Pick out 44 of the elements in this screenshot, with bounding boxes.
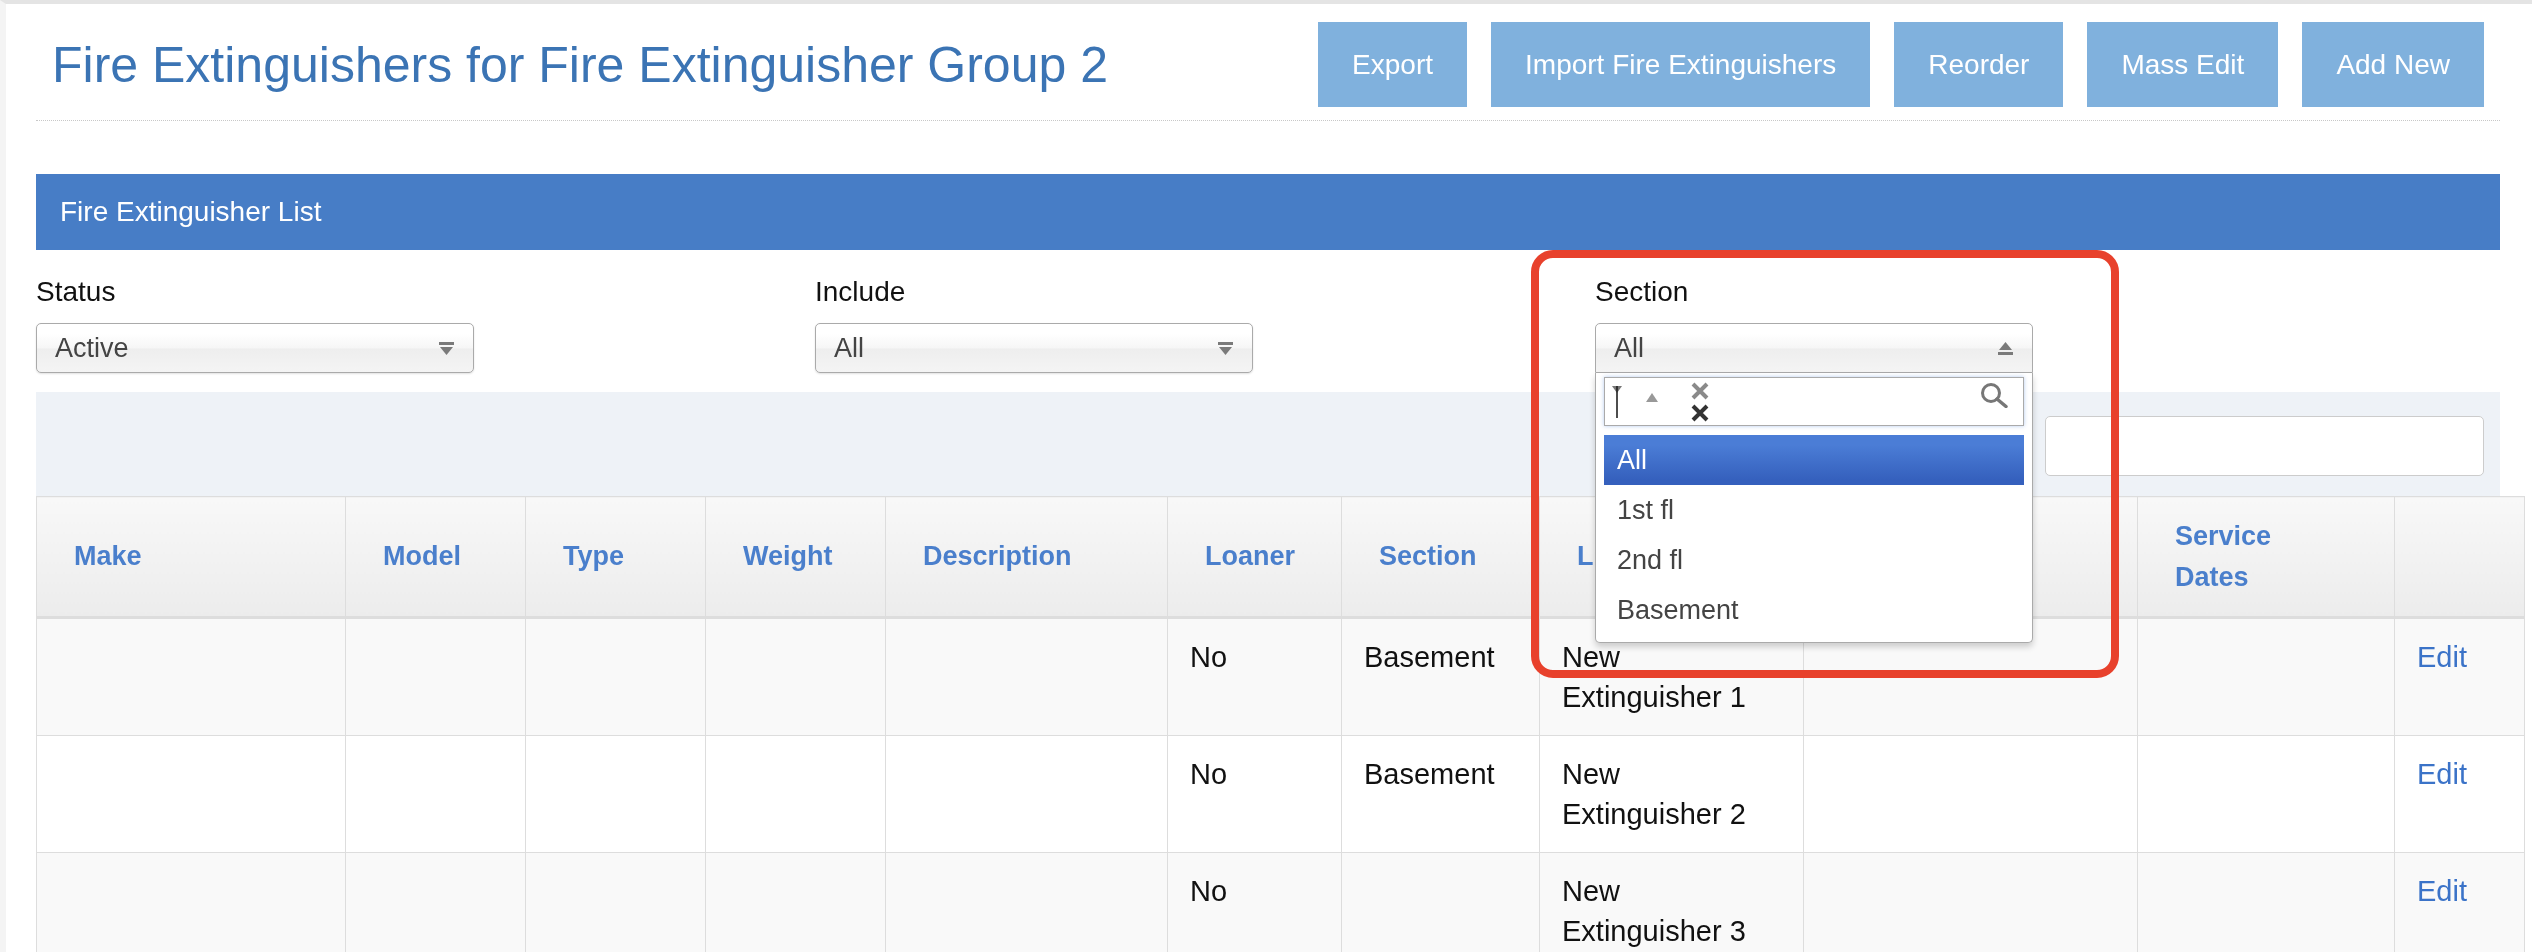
dropdown-option[interactable]: All bbox=[1604, 435, 2024, 485]
search-field[interactable] bbox=[1604, 377, 2024, 426]
table-cell: Basement bbox=[1341, 617, 1540, 736]
header-button[interactable]: Export bbox=[1318, 22, 1468, 107]
search-field[interactable] bbox=[2045, 416, 2484, 476]
search-icon bbox=[1980, 382, 2008, 408]
filter-label: Status bbox=[36, 275, 117, 309]
column-header[interactable]: Loaner bbox=[1205, 536, 1296, 577]
filter-label: Section bbox=[1595, 275, 1690, 309]
dropdown-option[interactable]: 1st fl bbox=[1604, 485, 2024, 535]
dropdown-option[interactable]: 2nd fl bbox=[1604, 535, 2024, 585]
dropdown-select[interactable]: All bbox=[815, 323, 1253, 373]
close-icon bbox=[1690, 403, 1710, 422]
edit-link[interactable]: Edit bbox=[2417, 875, 2467, 907]
panel-header: Fire Extinguisher List bbox=[36, 174, 2500, 250]
column-header[interactable]: Make bbox=[74, 536, 142, 577]
caret-down-icon bbox=[439, 341, 454, 355]
table-cell: No bbox=[1167, 617, 1342, 736]
column-header[interactable]: Model bbox=[383, 536, 461, 577]
text-cursor-icon bbox=[1612, 385, 1622, 418]
header-button[interactable]: Reorder bbox=[1894, 22, 2064, 107]
table-cell: No bbox=[1167, 852, 1342, 952]
table-cell: New Extinguisher 3 bbox=[1539, 852, 1804, 952]
filter-label: Include bbox=[815, 275, 907, 309]
caret-up-icon bbox=[1998, 341, 2013, 355]
table-cell: No bbox=[1167, 735, 1342, 853]
column-header[interactable]: Type bbox=[563, 536, 624, 577]
caret-down-icon bbox=[1218, 341, 1233, 355]
triangle-up-icon bbox=[1646, 392, 1658, 402]
page-title: Fire Extinguishers for Fire Extinguisher Group 2 bbox=[52, 35, 1108, 95]
column-header[interactable]: Section bbox=[1379, 536, 1477, 577]
column-header[interactable]: Weight bbox=[743, 536, 833, 577]
table-cell: Basement bbox=[1341, 735, 1540, 853]
dropdown-select[interactable]: Active bbox=[36, 323, 474, 373]
edit-link[interactable]: Edit bbox=[2417, 758, 2467, 790]
header-button[interactable]: Import Fire Extinguishers bbox=[1491, 22, 1871, 107]
close-icon bbox=[1690, 381, 1710, 400]
dropdown-select[interactable]: All bbox=[1595, 323, 2033, 373]
column-header[interactable]: Description bbox=[923, 536, 1072, 577]
column-header[interactable]: L bbox=[1577, 536, 1594, 577]
table-cell: New Extinguisher 2 bbox=[1539, 735, 1804, 853]
header-button[interactable]: Add New bbox=[2302, 22, 2484, 107]
header-button[interactable]: Mass Edit bbox=[2087, 22, 2279, 107]
edit-link[interactable]: Edit bbox=[2417, 641, 2467, 673]
